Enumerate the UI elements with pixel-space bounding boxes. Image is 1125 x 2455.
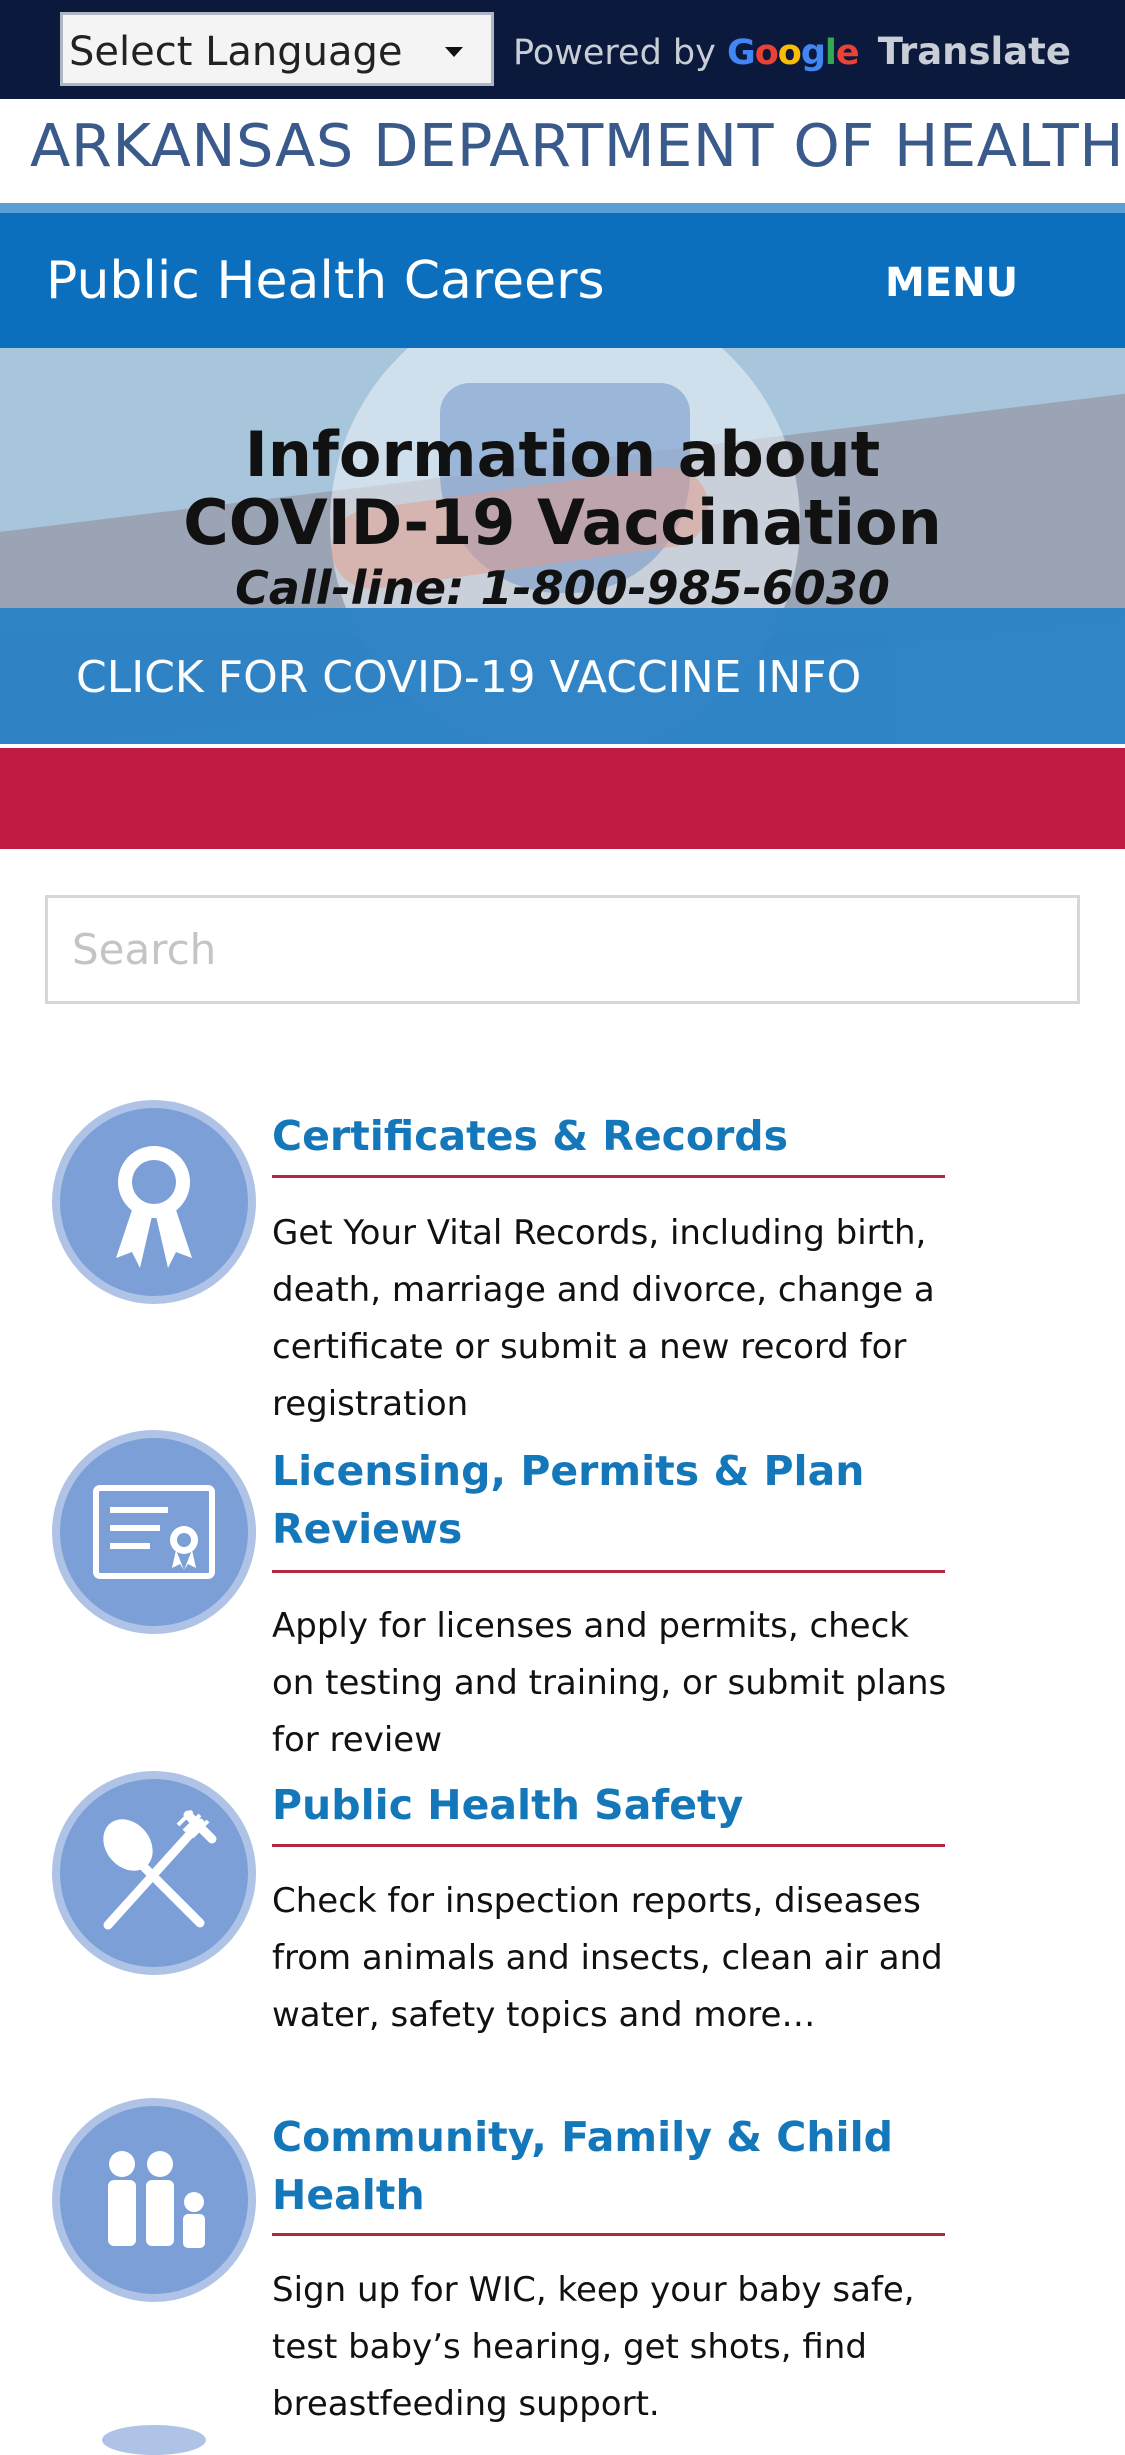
section-title[interactable]: Licensing, Permits & Plan Reviews: [272, 1442, 952, 1558]
certificate-document-icon[interactable]: [52, 1430, 256, 1634]
family-icon[interactable]: [52, 2098, 256, 2302]
section-rule: [272, 1175, 945, 1178]
next-section-icon-partial: [102, 2425, 206, 2455]
section-description: Check for inspection reports, diseases f…: [272, 1881, 943, 2035]
banner-line-1: Information about: [244, 418, 881, 491]
translate-bar: Select Language Powered by Google Transl…: [0, 0, 1125, 99]
section-title[interactable]: Certificates & Records: [272, 1107, 952, 1165]
language-select[interactable]: Select Language: [60, 12, 494, 86]
site-header: ARKANSAS DEPARTMENT OF HEALTH: [0, 99, 1125, 205]
translate-link[interactable]: Translate: [878, 30, 1071, 73]
banner-callline: Call-line: 1-800-985-6030: [235, 561, 890, 615]
nav-title[interactable]: Public Health Careers: [46, 251, 605, 311]
header-divider: [0, 203, 1125, 213]
covid-banner[interactable]: Information about COVID-19 Vaccination C…: [0, 348, 1125, 744]
powered-by-text: Powered by: [513, 33, 716, 73]
powered-by: Powered by Google Translate: [513, 30, 1071, 73]
language-select-label: Select Language: [69, 29, 403, 75]
red-band: [0, 748, 1125, 849]
section-title[interactable]: Public Health Safety: [272, 1776, 952, 1834]
spoon-fork-icon[interactable]: [52, 1771, 256, 1975]
chevron-down-icon: [445, 47, 463, 57]
section-title[interactable]: Community, Family & Child Health: [272, 2108, 952, 2224]
nav-bar: Public Health Careers MENU: [0, 213, 1125, 348]
google-logo[interactable]: Google: [727, 33, 860, 73]
section-description: Apply for licenses and permits, check on…: [272, 1606, 947, 1760]
department-title[interactable]: ARKANSAS DEPARTMENT OF HEALTH: [30, 111, 1124, 180]
search-input[interactable]: [48, 898, 1077, 1001]
section-rule: [272, 1844, 945, 1847]
search-box[interactable]: [45, 895, 1080, 1004]
section-description: Get Your Vital Records, including birth,…: [272, 1213, 935, 1424]
section-description: Sign up for WIC, keep your baby safe, te…: [272, 2270, 915, 2424]
ribbon-award-icon[interactable]: [52, 1100, 256, 1304]
covid-vaccine-info-label: CLICK FOR COVID-19 VACCINE INFO: [76, 652, 862, 703]
section-rule: [272, 1570, 945, 1573]
section-rule: [272, 2233, 945, 2236]
covid-vaccine-info-button[interactable]: CLICK FOR COVID-19 VACCINE INFO: [0, 608, 1125, 744]
banner-line-2: COVID-19 Vaccination: [183, 486, 942, 559]
menu-button[interactable]: MENU: [885, 260, 1018, 306]
